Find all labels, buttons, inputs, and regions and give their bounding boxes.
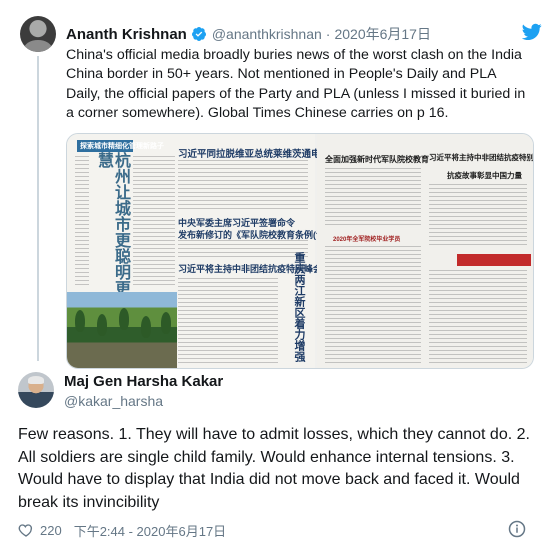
tweet-footer: 220 下午2:44 - 2020年6月17日 <box>18 520 226 540</box>
verified-badge-icon <box>191 27 206 41</box>
twitter-bird-icon[interactable] <box>522 23 542 41</box>
tree <box>119 308 129 330</box>
tweet-timestamp[interactable]: 下午2:44 - 2020年6月17日 <box>74 521 226 540</box>
tweet-text: Few reasons. 1. They will have to admit … <box>18 426 530 511</box>
heart-icon[interactable] <box>18 522 34 538</box>
tree <box>161 312 171 334</box>
headline-c: 抗疫故事彰显中国力量 <box>447 171 522 180</box>
forest-photo <box>67 292 177 368</box>
headline-1: 习近平同拉脱维亚总统莱维茨通电话 <box>178 149 331 160</box>
thread-line <box>37 56 39 361</box>
quoted-author-avatar[interactable] <box>20 16 56 52</box>
tree <box>141 316 151 338</box>
headline-b: 习近平将主持中非团结抗疫特别峰会 <box>429 153 534 162</box>
author-name[interactable]: Maj Gen Harsha Kakar <box>64 373 223 390</box>
text-column <box>429 270 527 364</box>
quoted-tweet[interactable]: Ananth Krishnan @ananthkrishnan · 2020年6… <box>10 8 542 369</box>
tree <box>75 310 85 332</box>
info-icon[interactable] <box>508 520 526 538</box>
like-count[interactable]: 220 <box>40 523 62 538</box>
author-avatar[interactable] <box>18 372 54 408</box>
text-column <box>429 184 527 248</box>
side-vertical-headline: 重庆两江新区着力增强 <box>293 252 305 362</box>
text-column <box>325 168 421 228</box>
headline-a: 全面加强新时代军队院校教育 <box>325 155 429 164</box>
avatar-hair <box>28 376 44 384</box>
newspaper-image-1[interactable]: 探索城市精细化管理新路子 杭州让城市更聪明更智慧 习近平同拉脱维亚总统莱维茨通电… <box>67 134 346 368</box>
avatar-figure <box>24 40 52 52</box>
quoted-author-handle[interactable]: @ananthkrishnan <box>212 26 322 42</box>
text-column <box>133 156 175 286</box>
author-handle[interactable]: @kakar_harsha <box>64 393 163 409</box>
quoted-tweet-date[interactable]: 2020年6月17日 <box>334 24 431 44</box>
tweet-media-newspapers[interactable]: 探索城市精细化管理新路子 杭州让城市更聪明更智慧 习近平同拉脱维亚总统莱维茨通电… <box>66 133 534 369</box>
red-bar <box>457 254 531 266</box>
banner-text: 探索城市精细化管理新路子 <box>80 143 164 150</box>
text-column <box>325 246 421 364</box>
text-column <box>75 156 89 286</box>
text-column <box>178 278 278 366</box>
vertical-headline: 杭州让城市更聪明更智慧 <box>95 152 129 312</box>
text-column <box>178 160 308 210</box>
quoted-tweet-header: Ananth Krishnan @ananthkrishnan · 2020年6… <box>66 24 431 44</box>
newspaper-banner: 探索城市精细化管理新路子 <box>77 140 164 152</box>
quoted-tweet-text: China's official media broadly buries ne… <box>66 47 526 122</box>
separator-dot: · <box>325 26 331 42</box>
quoted-author-name[interactable]: Ananth Krishnan <box>66 26 187 43</box>
tree <box>97 314 107 336</box>
newspaper-image-2[interactable]: 全面加强新时代军队院校教育 习近平将主持中非团结抗疫特别峰会 抗疫故事彰显中国力… <box>317 134 534 368</box>
photo-caption: 2020年全军院校毕业学员 <box>333 237 401 243</box>
